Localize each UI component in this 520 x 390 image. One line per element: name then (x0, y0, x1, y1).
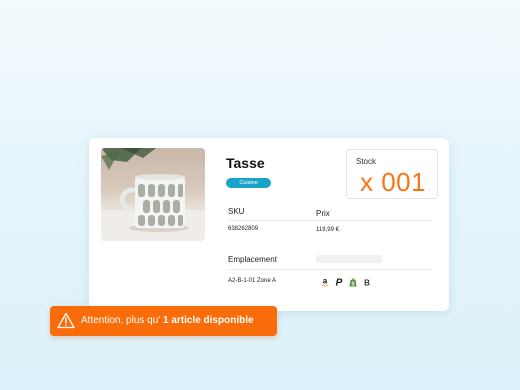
svg-text:a: a (323, 277, 328, 286)
product-title: Tasse (226, 155, 265, 171)
paypal-icon[interactable]: P (334, 277, 344, 288)
bigcommerce-icon[interactable]: B (362, 277, 372, 288)
location-divider (228, 269, 431, 270)
alert-text-prefix: Attention, plus qu' (81, 315, 161, 326)
shopify-icon[interactable]: S (348, 277, 358, 287)
location-label: Emplacement (228, 255, 277, 264)
alert-text: Attention, plus qu' 1 article disponible (81, 315, 254, 326)
category-tag[interactable]: Cuisine (226, 178, 271, 188)
placeholder-bar (316, 255, 382, 263)
sku-label: SKU (228, 207, 245, 216)
field-divider (228, 220, 431, 221)
stock-value: x 001 (360, 167, 427, 197)
mug-illustration (101, 148, 205, 241)
price-value: 119,99 € (316, 227, 339, 233)
price-label: Prix (316, 209, 330, 218)
warning-icon (57, 312, 75, 329)
svg-text:P: P (336, 278, 343, 288)
stock-box: Stock x 001 (346, 149, 438, 199)
product-image (101, 148, 205, 241)
stock-label: Stock (356, 157, 377, 166)
alert-text-strong: 1 article disponible (162, 315, 254, 326)
sku-value: 638262809 (228, 226, 259, 232)
svg-text:B: B (364, 279, 370, 288)
amazon-icon[interactable]: a (320, 277, 330, 287)
location-value: A2-B-1-01 Zone A (228, 278, 277, 284)
low-stock-alert: Attention, plus qu' 1 article disponible (50, 306, 277, 336)
sales-channels: a P S B (320, 277, 372, 287)
product-card: Tasse Cuisine Stock x 001 SKU Prix 63826… (89, 138, 449, 311)
